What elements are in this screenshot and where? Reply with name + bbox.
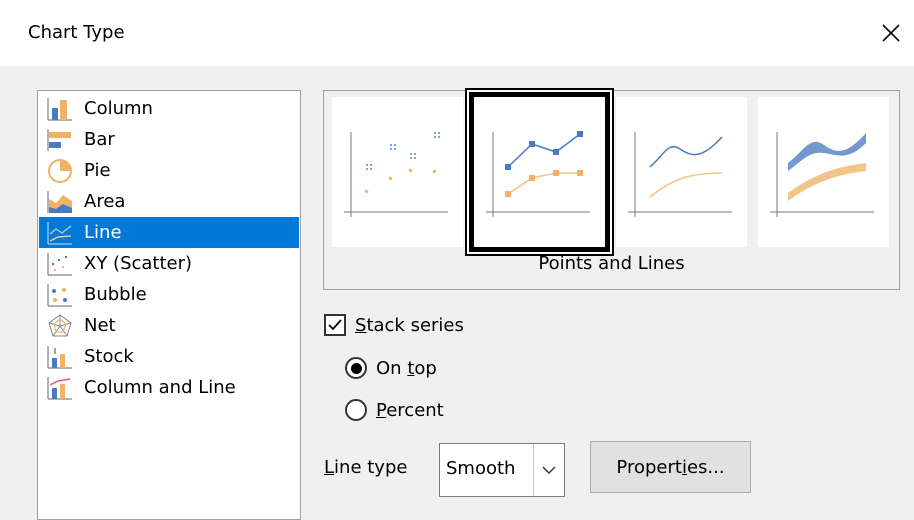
list-item-net[interactable]: Net	[39, 310, 299, 341]
list-item-column-and-line[interactable]: Column and Line	[39, 372, 299, 403]
title-bar: Chart Type	[0, 0, 914, 66]
chart-type-list[interactable]: Column Bar Pie Area Line XY (Scatter) Bu…	[37, 90, 301, 520]
radio-selected-icon[interactable]	[345, 357, 367, 379]
list-item-label: Column	[84, 98, 153, 119]
list-item-label: Stock	[84, 346, 134, 367]
on-top-radio[interactable]: On top	[345, 357, 437, 379]
list-item-label: Bar	[84, 129, 115, 150]
stack-series-label: Stack series	[355, 314, 464, 336]
stack-series-checkbox[interactable]: Stack series	[324, 314, 464, 336]
checkbox-checked-icon[interactable]	[324, 314, 346, 336]
list-item-label: Column and Line	[84, 377, 236, 398]
chart-variant-panel: Points and Lines	[323, 90, 900, 290]
stock-chart-icon	[45, 343, 75, 370]
list-item-xy-scatter[interactable]: XY (Scatter)	[39, 248, 299, 279]
list-item-label: Bubble	[84, 284, 147, 305]
percent-label: Percent	[376, 399, 444, 421]
properties-label: Properties...	[616, 456, 725, 478]
column-chart-icon	[45, 95, 75, 122]
list-item-column[interactable]: Column	[39, 93, 299, 124]
line-chart-icon	[45, 219, 75, 246]
variant-caption: Points and Lines	[538, 253, 685, 274]
list-item-label: Line	[84, 222, 122, 243]
line-type-value: Smooth	[446, 458, 516, 479]
close-icon[interactable]	[876, 18, 906, 48]
list-item-label: Net	[84, 315, 116, 336]
scatter-chart-icon	[45, 250, 75, 277]
line-type-select[interactable]: Smooth	[439, 443, 565, 497]
variant-lines-only[interactable]	[616, 97, 747, 247]
percent-radio[interactable]: Percent	[345, 399, 444, 421]
net-chart-icon	[45, 312, 75, 339]
variant-3d-lines[interactable]	[758, 97, 889, 247]
list-item-line[interactable]: Line	[39, 217, 299, 248]
pie-chart-icon	[45, 157, 75, 184]
bar-chart-icon	[45, 126, 75, 153]
chevron-down-icon[interactable]	[533, 444, 564, 496]
list-item-label: Pie	[84, 160, 111, 181]
area-chart-icon	[45, 188, 75, 215]
list-item-pie[interactable]: Pie	[39, 155, 299, 186]
on-top-label: On top	[376, 357, 437, 379]
list-item-bar[interactable]: Bar	[39, 124, 299, 155]
list-item-area[interactable]: Area	[39, 186, 299, 217]
dialog-title: Chart Type	[28, 22, 125, 43]
list-item-label: XY (Scatter)	[84, 253, 193, 274]
list-item-bubble[interactable]: Bubble	[39, 279, 299, 310]
bubble-chart-icon	[45, 281, 75, 308]
variant-points-and-lines[interactable]	[469, 92, 610, 252]
list-item-stock[interactable]: Stock	[39, 341, 299, 372]
column-and-line-chart-icon	[45, 374, 75, 401]
line-type-label: Line type	[324, 457, 408, 478]
properties-button[interactable]: Properties...	[590, 441, 751, 493]
list-item-label: Area	[84, 191, 126, 212]
radio-unselected-icon[interactable]	[345, 399, 367, 421]
variant-points-only[interactable]	[332, 97, 463, 247]
